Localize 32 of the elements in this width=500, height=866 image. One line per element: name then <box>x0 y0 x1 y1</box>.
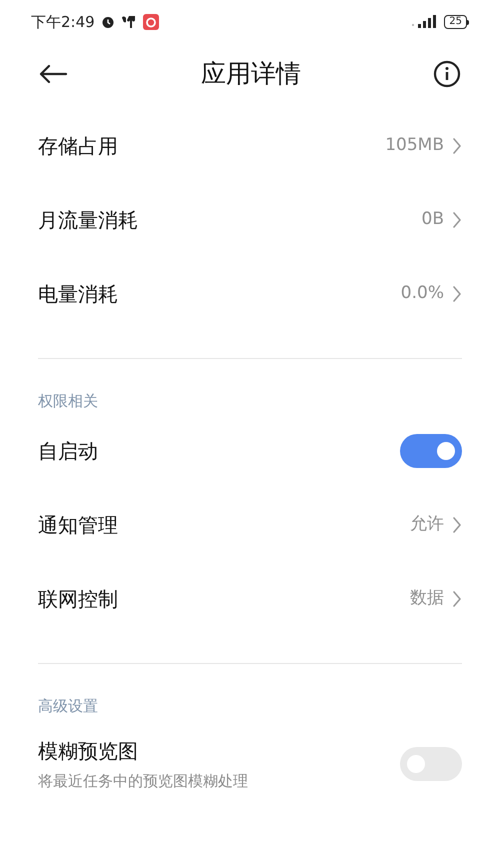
row-value: 105MB <box>385 134 444 158</box>
battery-icon: 25 <box>444 15 469 29</box>
row-label: 电量消耗 <box>38 281 118 308</box>
settings-row[interactable]: 联网控制 数据 <box>38 562 462 636</box>
chevron-right-icon <box>452 516 462 534</box>
row-value: 0B <box>422 208 444 232</box>
signal-icon <box>412 15 438 29</box>
row-subtitle: 将最近任务中的预览图模糊处理 <box>38 770 248 792</box>
toggle-switch[interactable] <box>400 434 462 468</box>
row-label: 月流量消耗 <box>38 207 138 234</box>
alarm-clock-icon <box>100 15 115 29</box>
row-label: 模糊预览图 <box>38 738 139 765</box>
row-value: 允许 <box>410 513 444 536</box>
settings-row[interactable]: 月流量消耗 0B <box>38 183 462 257</box>
row-label: 存储占用 <box>38 133 118 160</box>
row-value: 数据 <box>410 587 444 610</box>
status-time: 下午2:49 <box>31 12 95 33</box>
settings-row[interactable]: 电量消耗 0.0% <box>38 257 462 331</box>
chevron-right-icon <box>452 211 462 229</box>
chevron-right-icon <box>452 590 462 608</box>
row-label: 联网控制 <box>38 586 118 613</box>
info-button[interactable] <box>432 59 462 89</box>
page-title: 应用详情 <box>201 58 301 90</box>
settings-row[interactable]: 存储占用 105MB <box>38 109 462 183</box>
row-label: 通知管理 <box>38 512 118 539</box>
section-header: 权限相关 <box>38 390 98 412</box>
row-value: 0.0% <box>400 282 444 306</box>
chevron-right-icon <box>452 285 462 303</box>
chevron-right-icon <box>452 137 462 155</box>
section-header: 高级设置 <box>38 696 98 716</box>
row-label: 自启动 <box>38 438 98 465</box>
settings-row[interactable]: 通知管理 允许 <box>38 488 462 562</box>
